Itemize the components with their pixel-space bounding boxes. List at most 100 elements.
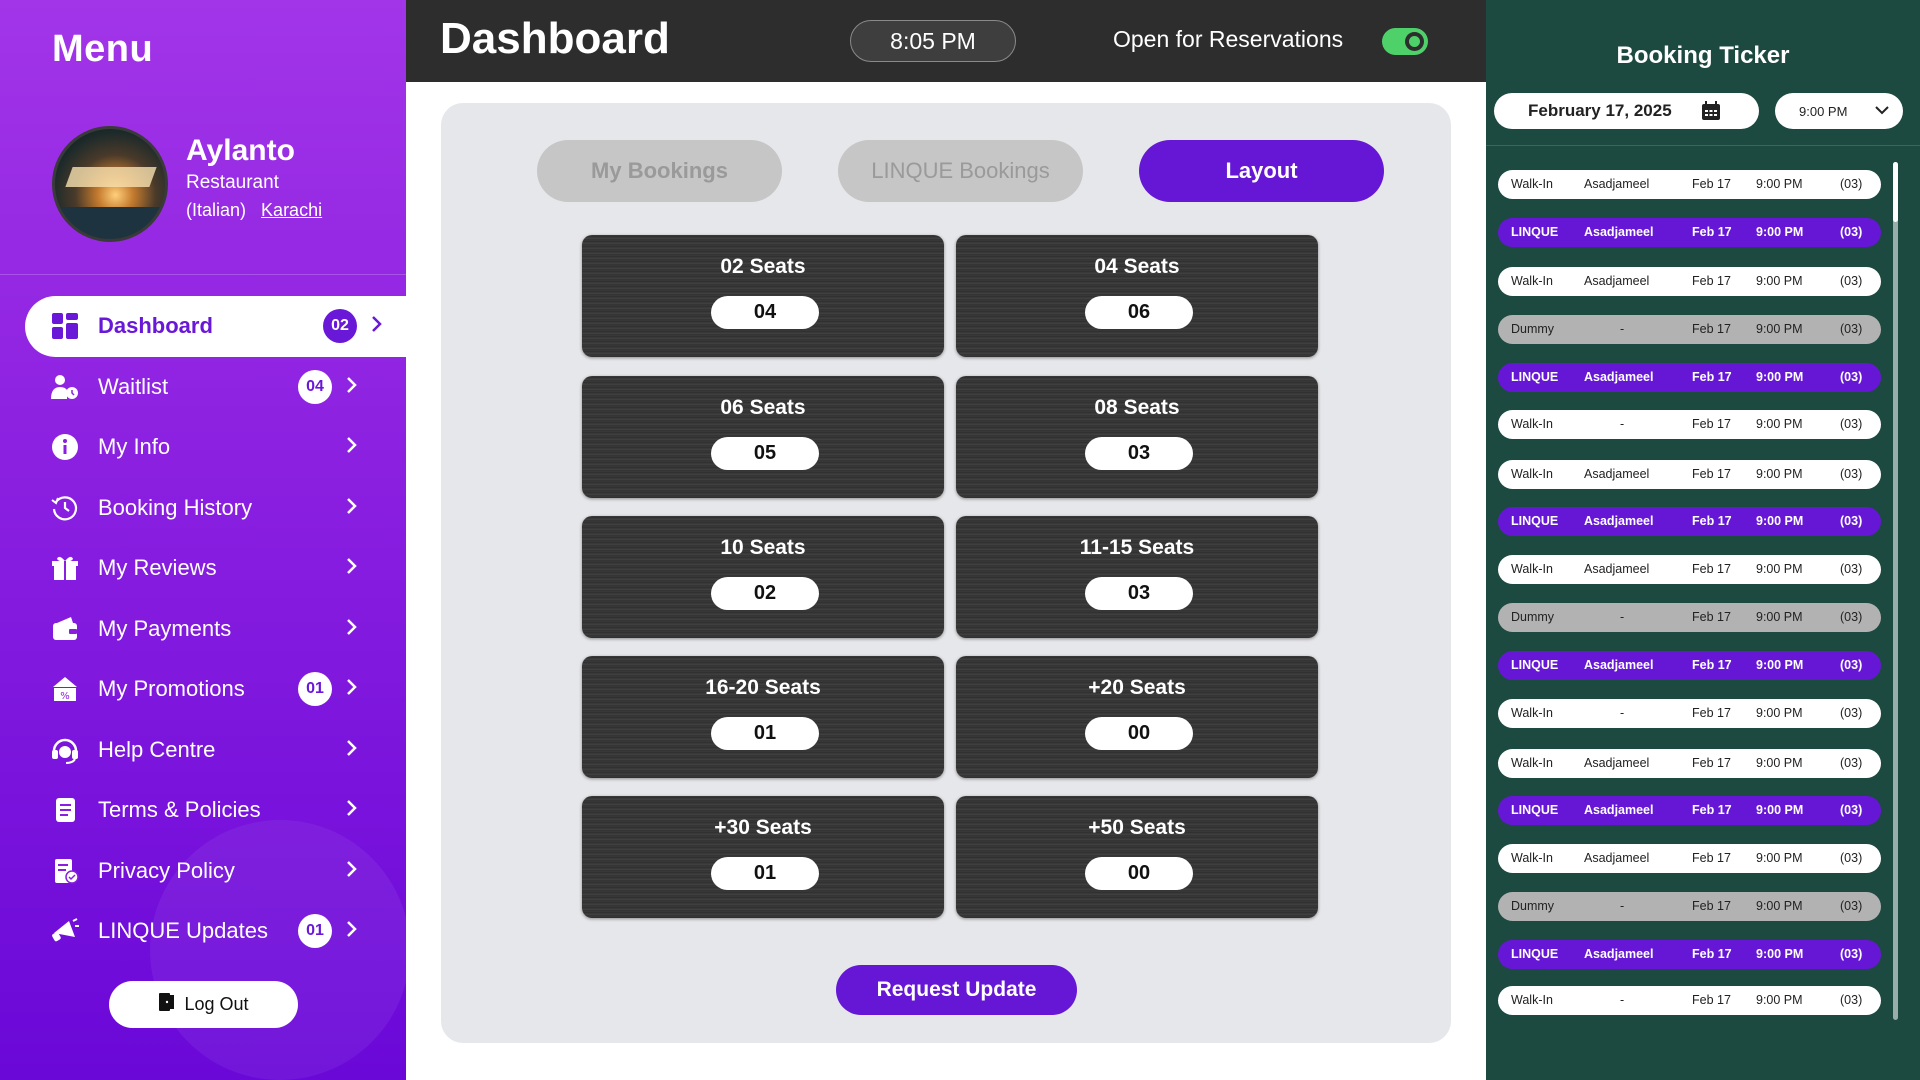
restaurant-cuisine: (Italian) — [186, 200, 247, 220]
sidebar-item-my-payments[interactable]: My Payments — [0, 599, 406, 660]
booking-time: 9:00 PM — [1756, 899, 1803, 913]
sidebar-item-waitlist[interactable]: Waitlist 04 — [0, 357, 406, 418]
date-picker[interactable]: February 17, 2025 — [1494, 93, 1759, 129]
seat-card-50-plus[interactable]: +50 Seats 00 — [956, 796, 1318, 918]
tab-my-bookings[interactable]: My Bookings — [537, 140, 782, 202]
chevron-down-icon — [1875, 103, 1889, 118]
booking-type: Dummy — [1511, 322, 1555, 336]
reviews-gift-icon — [50, 553, 80, 583]
booking-time: 9:00 PM — [1756, 947, 1804, 961]
guest-count: (03) — [1840, 756, 1863, 770]
guest-count: (03) — [1840, 658, 1863, 672]
guest-name: Asadjameel — [1584, 514, 1654, 528]
guest-name: - — [1620, 322, 1625, 336]
booking-date: Feb 17 — [1692, 514, 1732, 528]
ticker-row[interactable]: Walk-In Asadjameel Feb 17 9:00 PM (03) — [1498, 555, 1881, 584]
booking-type: Walk-In — [1511, 993, 1553, 1007]
guest-count: (03) — [1840, 467, 1863, 481]
ticker-title: Booking Ticker — [1616, 42, 1790, 69]
ticker-row[interactable]: LINQUE Asadjameel Feb 17 9:00 PM (03) — [1498, 363, 1881, 392]
sidebar-item-booking-history[interactable]: Booking History — [0, 478, 406, 539]
seat-card-count: 06 — [1085, 296, 1193, 329]
booking-time: 9:00 PM — [1756, 851, 1803, 865]
reservations-label: Open for Reservations — [1113, 26, 1344, 52]
booking-type: LINQUE — [1511, 947, 1559, 961]
sidebar-item-my-info[interactable]: My Info — [0, 417, 406, 478]
booking-type: Walk-In — [1511, 851, 1553, 865]
scrollbar-thumb[interactable] — [1893, 162, 1898, 222]
seat-card-10[interactable]: 10 Seats 02 — [582, 516, 944, 638]
ticker-row[interactable]: Walk-In Asadjameel Feb 17 9:00 PM (03) — [1498, 267, 1881, 296]
seat-card-count: 04 — [711, 296, 819, 329]
sidebar-item-linque-updates[interactable]: LINQUE Updates 01 — [0, 901, 406, 962]
booking-date: Feb 17 — [1692, 322, 1731, 336]
guest-name: Asadjameel — [1584, 851, 1650, 865]
guest-count: (03) — [1840, 514, 1863, 528]
ticker-row[interactable]: Dummy - Feb 17 9:00 PM (03) — [1498, 603, 1881, 632]
ticker-scrollbar[interactable] — [1893, 162, 1898, 1020]
booking-type: LINQUE — [1511, 225, 1559, 239]
ticker-row[interactable]: Walk-In - Feb 17 9:00 PM (03) — [1498, 699, 1881, 728]
restaurant-type: Restaurant — [186, 172, 279, 193]
tab-layout[interactable]: Layout — [1139, 140, 1384, 202]
guest-name: - — [1620, 417, 1625, 431]
sidebar-item-terms-policies[interactable]: Terms & Policies — [0, 780, 406, 841]
ticker-row[interactable]: LINQUE Asadjameel Feb 17 9:00 PM (03) — [1498, 651, 1881, 680]
seat-card-count: 05 — [711, 437, 819, 470]
chevron-right-icon — [346, 495, 358, 521]
sidebar-item-label: Booking History — [98, 494, 253, 520]
sidebar-item-privacy-policy[interactable]: Privacy Policy — [0, 841, 406, 902]
ticker-row[interactable]: Walk-In - Feb 17 9:00 PM (03) — [1498, 410, 1881, 439]
ticker-row[interactable]: LINQUE Asadjameel Feb 17 9:00 PM (03) — [1498, 218, 1881, 247]
ticker-row[interactable]: LINQUE Asadjameel Feb 17 9:00 PM (03) — [1498, 796, 1881, 825]
booking-date: Feb 17 — [1692, 993, 1731, 1007]
ticker-row[interactable]: Dummy - Feb 17 9:00 PM (03) — [1498, 892, 1881, 921]
booking-ticker: Booking Ticker February 17, 2025 9:00 PM… — [1486, 0, 1920, 1080]
chevron-right-icon — [346, 737, 358, 763]
ticker-row[interactable]: LINQUE Asadjameel Feb 17 9:00 PM (03) — [1498, 507, 1881, 536]
ticker-row[interactable]: Walk-In Asadjameel Feb 17 9:00 PM (03) — [1498, 170, 1881, 199]
seat-card-20-plus[interactable]: +20 Seats 00 — [956, 656, 1318, 778]
seat-card-label: 10 Seats — [720, 536, 806, 559]
sidebar-item-label: Waitlist — [98, 373, 169, 399]
tab-linque-bookings[interactable]: LINQUE Bookings — [838, 140, 1083, 202]
booking-type: Walk-In — [1511, 562, 1553, 576]
booking-date: Feb 17 — [1692, 658, 1732, 672]
booking-type: LINQUE — [1511, 370, 1559, 384]
logout-button[interactable]: Log Out — [109, 981, 298, 1028]
dashboard-grid-icon — [50, 311, 80, 341]
seat-card-11-15[interactable]: 11-15 Seats 03 — [956, 516, 1318, 638]
top-header: Dashboard 8:05 PM Open for Reservations — [406, 0, 1486, 82]
seat-card-6[interactable]: 06 Seats 05 — [582, 376, 944, 498]
sidebar-item-help-centre[interactable]: Help Centre — [0, 720, 406, 781]
seat-card-16-20[interactable]: 16-20 Seats 01 — [582, 656, 944, 778]
sidebar-item-dashboard[interactable]: Dashboard 02 — [25, 296, 406, 357]
booking-type: Walk-In — [1511, 706, 1553, 720]
restaurant-city-link[interactable]: Karachi — [261, 200, 322, 220]
request-update-button[interactable]: Request Update — [836, 965, 1077, 1015]
ticker-row[interactable]: Walk-In - Feb 17 9:00 PM (03) — [1498, 986, 1881, 1015]
ticker-row[interactable]: Walk-In Asadjameel Feb 17 9:00 PM (03) — [1498, 749, 1881, 778]
seat-card-4[interactable]: 04 Seats 06 — [956, 235, 1318, 357]
sidebar-item-label: Help Centre — [98, 736, 216, 762]
ticker-row[interactable]: Walk-In Asadjameel Feb 17 9:00 PM (03) — [1498, 844, 1881, 873]
guest-count: (03) — [1840, 417, 1863, 431]
wallet-icon — [50, 614, 80, 644]
current-time-display: 8:05 PM — [850, 20, 1016, 62]
sidebar-item-my-reviews[interactable]: My Reviews — [0, 538, 406, 599]
ticker-row[interactable]: Dummy - Feb 17 9:00 PM (03) — [1498, 315, 1881, 344]
sidebar-item-my-promotions[interactable]: % My Promotions 01 — [0, 659, 406, 720]
seat-card-30-plus[interactable]: +30 Seats 01 — [582, 796, 944, 918]
sidebar-item-label: Dashboard — [98, 313, 213, 339]
booking-time: 9:00 PM — [1756, 417, 1803, 431]
guest-count: (03) — [1840, 993, 1863, 1007]
booking-type: Walk-In — [1511, 417, 1553, 431]
calendar-icon[interactable] — [1701, 101, 1721, 121]
time-select[interactable]: 9:00 PM — [1775, 93, 1903, 129]
privacy-document-icon — [50, 856, 80, 886]
ticker-row[interactable]: LINQUE Asadjameel Feb 17 9:00 PM (03) — [1498, 940, 1881, 969]
seat-card-8[interactable]: 08 Seats 03 — [956, 376, 1318, 498]
ticker-row[interactable]: Walk-In Asadjameel Feb 17 9:00 PM (03) — [1498, 460, 1881, 489]
seat-card-2[interactable]: 02 Seats 04 — [582, 235, 944, 357]
reservations-toggle[interactable] — [1382, 28, 1428, 55]
